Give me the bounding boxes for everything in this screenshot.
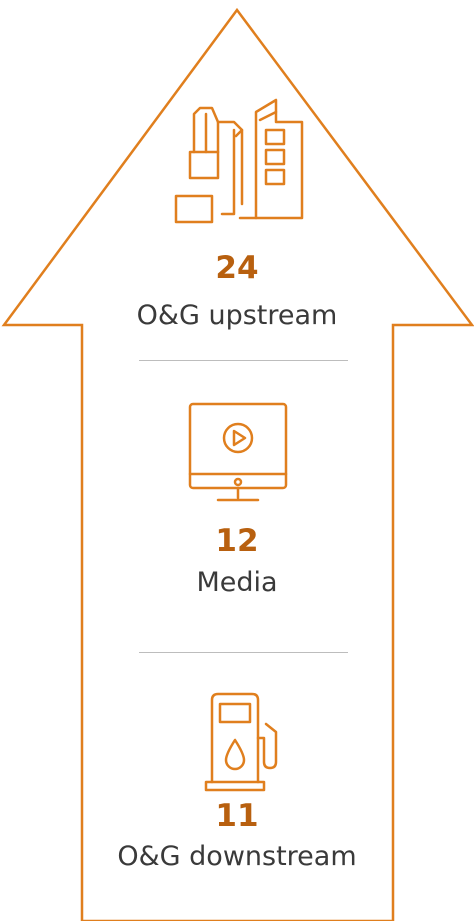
divider-1	[139, 360, 348, 361]
downstream-value: 11	[215, 798, 259, 834]
upstream-value: 24	[215, 250, 259, 286]
fuel-pump-icon	[204, 692, 278, 792]
upstream-label: O&G upstream	[136, 300, 338, 331]
media-value: 12	[215, 523, 259, 559]
media-monitor-play-icon	[188, 402, 288, 502]
media-label: Media	[196, 567, 278, 598]
oil-refinery-icon	[174, 98, 304, 224]
downstream-label: O&G downstream	[117, 841, 357, 872]
divider-2	[139, 652, 348, 653]
